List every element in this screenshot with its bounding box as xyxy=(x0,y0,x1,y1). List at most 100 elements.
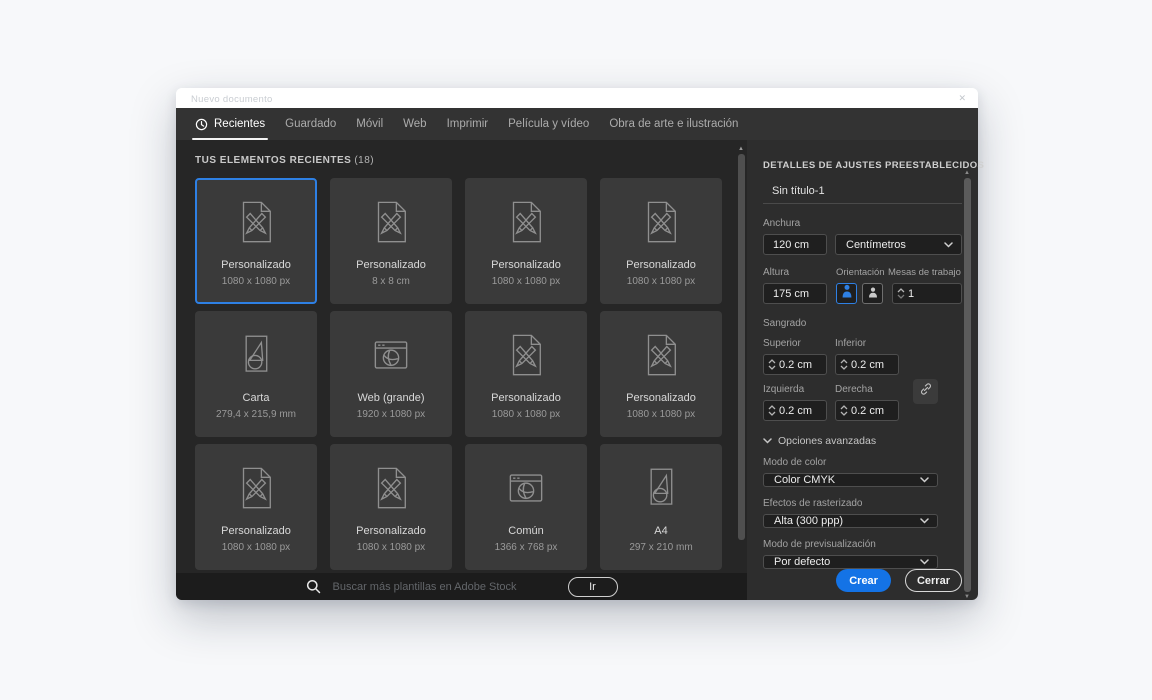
bleed-section: Superior Inferior 0.2 cm xyxy=(763,329,962,421)
orientation-portrait-button[interactable] xyxy=(836,283,857,304)
tab-pel-cula-y-v-deo[interactable]: Película y vídeo xyxy=(508,108,589,140)
custom-document-icon xyxy=(365,463,417,513)
chevron-down-icon xyxy=(944,242,953,248)
preset-dimensions: 279,4 x 215,9 mm xyxy=(216,409,296,420)
scroll-down-icon[interactable]: ▼ xyxy=(964,594,970,600)
bleed-top-label: Superior xyxy=(763,338,835,349)
preset-card[interactable]: Personalizado 8 x 8 cm xyxy=(330,178,452,304)
artboards-stepper[interactable]: 1 xyxy=(892,283,962,304)
preset-card[interactable]: Personalizado 1080 x 1080 px xyxy=(195,444,317,570)
content-scrollbar-thumb[interactable] xyxy=(738,154,745,540)
preset-name: Personalizado xyxy=(626,259,696,271)
preset-card[interactable]: Personalizado 1080 x 1080 px xyxy=(195,178,317,304)
preset-dimensions: 1080 x 1080 px xyxy=(627,276,695,287)
preset-name: Personalizado xyxy=(356,525,426,537)
preset-card[interactable]: Común 1366 x 768 px xyxy=(465,444,587,570)
custom-document-icon xyxy=(635,330,687,380)
bleed-right-stepper[interactable]: 0.2 cm xyxy=(835,400,899,421)
dialog-titlebar: Nuevo documento ✕ xyxy=(176,88,978,108)
stepper-arrows-icon[interactable] xyxy=(836,401,851,420)
dialog-action-buttons: Crear Cerrar xyxy=(763,569,962,606)
stepper-arrows-icon[interactable] xyxy=(893,284,908,303)
link-icon xyxy=(919,382,933,401)
width-label: Anchura xyxy=(763,218,962,229)
raster-effects-label: Efectos de rasterizado xyxy=(763,498,962,509)
scroll-up-icon[interactable]: ▲ xyxy=(964,170,970,176)
height-input[interactable]: 175 cm xyxy=(763,283,827,304)
tab-recientes[interactable]: Recientes xyxy=(195,108,265,140)
tab-label: Recientes xyxy=(214,118,265,130)
preset-card[interactable]: Personalizado 1080 x 1080 px xyxy=(600,311,722,437)
tab-label: Móvil xyxy=(356,118,383,130)
preset-name: Personalizado xyxy=(221,259,291,271)
preview-mode-label: Modo de previsualización xyxy=(763,539,962,550)
go-button[interactable]: Ir xyxy=(568,577,618,597)
preset-details-panel: DETALLES DE AJUSTES PREESTABLECIDOS Sin … xyxy=(747,140,978,600)
stepper-arrows-icon[interactable] xyxy=(836,355,851,374)
bleed-left-label: Izquierda xyxy=(763,384,835,395)
preset-name: Web (grande) xyxy=(357,392,424,404)
stepper-arrows-icon[interactable] xyxy=(764,355,779,374)
custom-document-icon xyxy=(230,463,282,513)
height-label: Altura xyxy=(763,267,836,278)
tab-m-vil[interactable]: Móvil xyxy=(356,108,383,140)
create-button[interactable]: Crear xyxy=(836,569,891,592)
bleed-label: Sangrado xyxy=(763,318,962,329)
preset-dimensions: 8 x 8 cm xyxy=(372,276,410,287)
preset-card[interactable]: Personalizado 1080 x 1080 px xyxy=(600,178,722,304)
orientation-landscape-button[interactable] xyxy=(862,283,883,304)
preset-card[interactable]: Personalizado 1080 x 1080 px xyxy=(330,444,452,570)
clock-icon xyxy=(195,118,208,131)
artboards-label: Mesas de trabajo xyxy=(888,267,961,278)
preset-dimensions: 1920 x 1080 px xyxy=(357,409,425,420)
panel-scrollbar-thumb[interactable] xyxy=(964,178,971,592)
scroll-up-icon[interactable]: ▲ xyxy=(738,146,744,152)
preset-card[interactable]: Personalizado 1080 x 1080 px xyxy=(465,311,587,437)
content-scrollbar[interactable]: ▲ xyxy=(737,146,745,566)
bleed-top-stepper[interactable]: 0.2 cm xyxy=(763,354,827,375)
units-dropdown[interactable]: Centímetros xyxy=(835,234,962,255)
tab-guardado[interactable]: Guardado xyxy=(285,108,336,140)
close-button[interactable]: Cerrar xyxy=(905,569,962,592)
stepper-arrows-icon[interactable] xyxy=(764,401,779,420)
preset-dimensions: 1080 x 1080 px xyxy=(357,542,425,553)
link-bleed-values-button[interactable] xyxy=(913,379,938,404)
stock-search-input[interactable]: Buscar más plantillas en Adobe Stock xyxy=(333,581,538,593)
custom-document-icon xyxy=(500,330,552,380)
bleed-bottom-stepper[interactable]: 0.2 cm xyxy=(835,354,899,375)
dialog-main: TUS ELEMENTOS RECIENTES(18) xyxy=(176,140,978,600)
preset-dimensions: 1080 x 1080 px xyxy=(492,276,560,287)
document-name-field[interactable]: Sin título-1 xyxy=(763,180,962,204)
preview-mode-dropdown[interactable]: Por defecto xyxy=(763,555,938,569)
preset-card[interactable]: Personalizado 1080 x 1080 px xyxy=(465,178,587,304)
tab-bar: Recientes Guardado Móvil Web Imprimir Pe… xyxy=(176,108,978,140)
preset-card[interactable]: Carta 279,4 x 215,9 mm xyxy=(195,311,317,437)
color-mode-dropdown[interactable]: Color CMYK xyxy=(763,473,938,487)
print-document-icon xyxy=(635,463,687,513)
tab-obra-de-arte-e-ilustraci-n[interactable]: Obra de arte e ilustración xyxy=(609,108,738,140)
raster-effects-dropdown[interactable]: Alta (300 ppp) xyxy=(763,514,938,528)
tab-label: Web xyxy=(403,118,426,130)
preset-dimensions: 1080 x 1080 px xyxy=(492,409,560,420)
tab-web[interactable]: Web xyxy=(403,108,426,140)
panel-scrollbar[interactable]: ▲ ▼ xyxy=(963,170,971,600)
custom-document-icon xyxy=(365,197,417,247)
portrait-icon xyxy=(841,284,853,303)
recent-presets-area: TUS ELEMENTOS RECIENTES(18) xyxy=(176,140,747,600)
preset-card[interactable]: Web (grande) 1920 x 1080 px xyxy=(330,311,452,437)
custom-document-icon xyxy=(500,197,552,247)
advanced-options-toggle[interactable]: Opciones avanzadas xyxy=(763,435,962,447)
bleed-left-stepper[interactable]: 0.2 cm xyxy=(763,400,827,421)
preset-name: Común xyxy=(508,525,543,537)
chevron-down-icon xyxy=(763,435,772,447)
tab-label: Obra de arte e ilustración xyxy=(609,118,738,130)
dialog-title: Nuevo documento xyxy=(191,94,273,105)
tab-imprimir[interactable]: Imprimir xyxy=(447,108,489,140)
preset-card[interactable]: A4 297 x 210 mm xyxy=(600,444,722,570)
new-document-dialog: Nuevo documento ✕ Recientes Guardado Móv… xyxy=(176,88,978,600)
preset-dimensions: 1366 x 768 px xyxy=(495,542,558,553)
close-icon[interactable]: ✕ xyxy=(958,93,966,104)
width-input[interactable]: 120 cm xyxy=(763,234,827,255)
preset-name: Personalizado xyxy=(491,392,561,404)
chevron-down-icon xyxy=(920,518,929,524)
